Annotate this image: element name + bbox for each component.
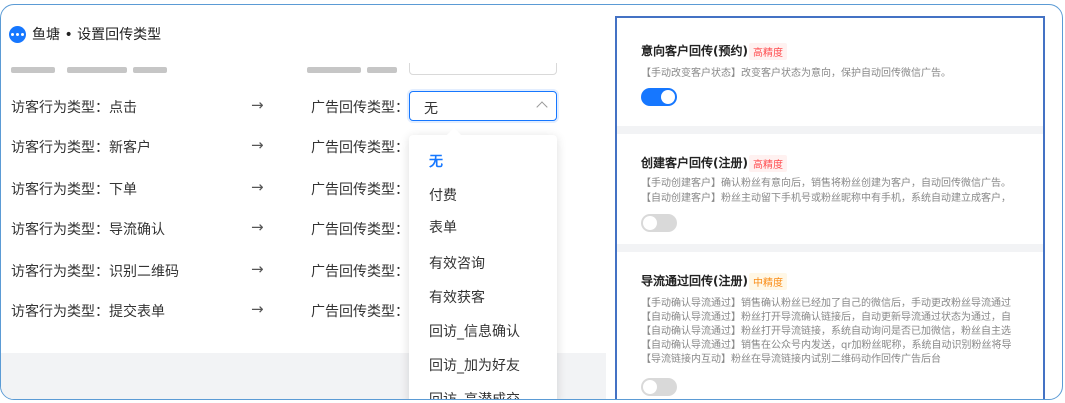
mapping-row: 访客行为类型：点击 → 广告回传类型： 无 — [11, 91, 571, 121]
card-toggle[interactable] — [641, 214, 677, 232]
app-window: 鱼塘 • 设置回传类型 访客行为类型：点击 → 广告回传类型： 无 访客行为类型… — [0, 4, 1063, 400]
card-toggle[interactable] — [641, 378, 677, 396]
visitor-type-label: 访客行为类型：导流确认 — [11, 222, 165, 238]
dropdown-option[interactable]: 表单 — [429, 217, 457, 237]
dropdown-option[interactable]: 有效获客 — [429, 287, 485, 307]
visitor-type-label: 访客行为类型：下单 — [11, 182, 137, 198]
ad-type-label: 广告回传类型： — [311, 182, 409, 198]
card-title: 创建客户回传(注册) — [641, 156, 748, 170]
card-toggle[interactable] — [641, 88, 677, 106]
arrow-right-icon: → — [251, 96, 264, 114]
card-desc-line: 【手动创建客户】确认粉丝有意向后，销售将粉丝创建为客户，自动回传微信广告。 — [641, 178, 1011, 189]
callback-card: 创建客户回传(注册) 高精度 【手动创建客户】确认粉丝有意向后，销售将粉丝创建为… — [617, 134, 1043, 244]
precision-badge: 中精度 — [749, 273, 787, 290]
card-desc-line: 【手动确认导流通过】销售确认粉丝已经加了自己的微信后，手动更改粉丝导流通过 — [641, 298, 1011, 309]
callback-card: 意向客户回传(预约) 高精度 【手动改变客户状态】改变客户状态为意向，保护自动回… — [617, 18, 1043, 126]
dropdown-option[interactable]: 有效咨询 — [429, 253, 485, 273]
card-desc-line: 【自动确认导流通过】销售在公众号内发送，qr加粉丝昵称，系统自动识别粉丝将导 — [641, 340, 1012, 351]
dropdown-option[interactable]: 回访_加为好友 — [429, 355, 520, 375]
select-value: 无 — [424, 101, 438, 117]
arrow-right-icon: → — [251, 300, 264, 318]
ad-type-label: 广告回传类型： — [311, 140, 409, 156]
ad-type-label: 广告回传类型： — [311, 222, 409, 238]
chat-bubble-icon — [9, 25, 26, 43]
dropdown-option[interactable]: 无 — [429, 151, 443, 171]
callback-card: 导流通过回传(注册) 中精度 【手动确认导流通过】销售确认粉丝已经加了自己的微信… — [617, 252, 1043, 399]
card-desc-line: 【手动改变客户状态】改变客户状态为意向，保护自动回传微信广告。 — [641, 68, 951, 79]
ad-type-select[interactable]: 无 — [409, 91, 557, 121]
card-desc-line: 【导流链接内互动】粉丝在导流链接内试别二维码动作回传广告后台 — [641, 354, 941, 365]
card-desc-line: 【自动确认导流通过】粉丝打开导流确认链接后，自动更新导流通过状态为通过，自 — [641, 312, 1011, 323]
visitor-type-label: 访客行为类型：识别二维码 — [11, 264, 179, 280]
ad-type-dropdown: 无 付费 表单 有效咨询 有效获客 回访_信息确认 回访_加为好友 回访_高潜成… — [409, 135, 557, 399]
window-title: 鱼塘 • 设置回传类型 — [9, 23, 161, 45]
arrow-right-icon: → — [251, 136, 264, 154]
arrow-right-icon: → — [251, 178, 264, 196]
mapping-panel: 鱼塘 • 设置回传类型 访客行为类型：点击 → 广告回传类型： 无 访客行为类型… — [1, 5, 606, 399]
ad-type-label: 广告回传类型： — [311, 264, 409, 280]
dropdown-option[interactable]: 回访_高潜成交 — [429, 389, 520, 399]
card-desc-line: 【自动创建客户】粉丝主动留下手机号或粉丝昵称中有手机，系统自动建立成客户， — [641, 193, 1011, 204]
partially-hidden-row — [11, 63, 571, 77]
card-title: 意向客户回传(预约) — [641, 44, 748, 58]
card-title: 导流通过回传(注册) — [641, 274, 748, 288]
visitor-type-label: 访客行为类型：新客户 — [11, 140, 151, 156]
visitor-type-label: 访客行为类型：点击 — [11, 100, 137, 116]
visitor-type-label: 访客行为类型：提交表单 — [11, 304, 165, 320]
chevron-up-icon — [536, 101, 548, 113]
arrow-right-icon: → — [251, 218, 264, 236]
precision-badge: 高精度 — [749, 43, 787, 60]
dropdown-option[interactable]: 付费 — [429, 185, 457, 205]
ad-type-label: 广告回传类型： — [311, 304, 409, 320]
card-desc-line: 【自动确认导流通过】粉丝打开导流链接，系统自动询问是否已加微信，粉丝自主选 — [641, 326, 1011, 337]
dropdown-option[interactable]: 回访_信息确认 — [429, 321, 520, 341]
callback-types-panel: 意向客户回传(预约) 高精度 【手动改变客户状态】改变客户状态为意向，保护自动回… — [615, 16, 1045, 399]
arrow-right-icon: → — [251, 260, 264, 278]
ad-type-label: 广告回传类型： — [311, 100, 409, 116]
window-title-text: 鱼塘 • 设置回传类型 — [32, 27, 162, 43]
precision-badge: 高精度 — [749, 155, 787, 172]
